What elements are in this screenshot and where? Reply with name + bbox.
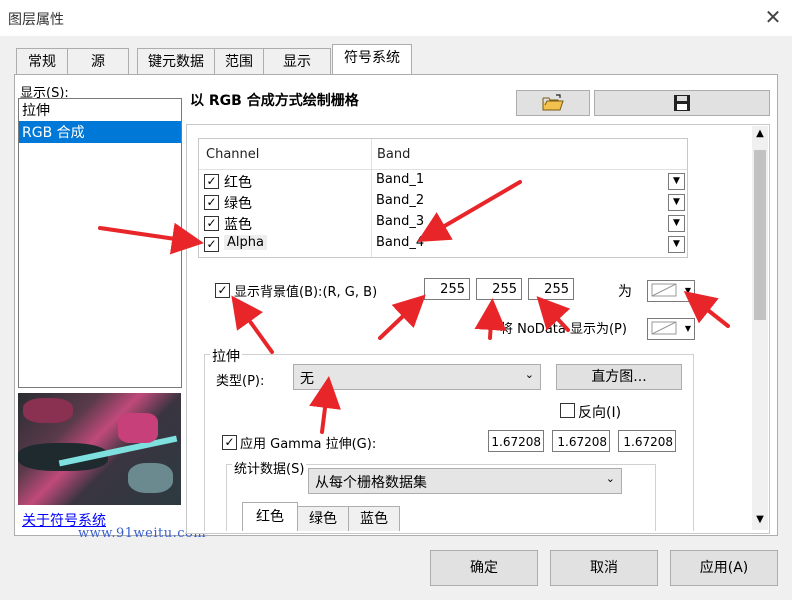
renderer-list[interactable]: 拉伸 RGB 合成 [18, 98, 182, 388]
cancel-button[interactable]: 取消 [550, 550, 658, 586]
background-color-picker[interactable]: ▼ [647, 280, 695, 302]
chevron-down-icon[interactable]: ▼ [682, 319, 694, 339]
gamma-checkbox[interactable]: ✓ [222, 435, 237, 450]
apply-button[interactable]: 应用(A) [670, 550, 778, 586]
band-value[interactable]: Band_2 [376, 193, 424, 208]
chevron-down-icon[interactable]: ⌄ [525, 368, 534, 381]
band-value[interactable]: Band_4 [376, 235, 424, 250]
preview-image [18, 393, 181, 505]
scroll-up-icon[interactable]: ▲ [752, 128, 768, 140]
tab-key-metadata[interactable]: 键元数据 [137, 48, 215, 75]
stats-tab-blue[interactable]: 蓝色 [348, 506, 400, 531]
vertical-scrollbar[interactable]: ▲ ▼ [752, 126, 768, 530]
background-r-input[interactable]: 255 [424, 278, 470, 300]
nodata-color-picker[interactable]: ▼ [647, 318, 695, 340]
stats-tab-green[interactable]: 绿色 [297, 506, 349, 531]
background-label: 显示背景值(B):(R, G, B) [234, 285, 378, 300]
tab-extent[interactable]: 范围 [214, 48, 264, 75]
background-g-input[interactable]: 255 [476, 278, 522, 300]
gamma-label: 应用 Gamma 拉伸(G): [240, 437, 377, 452]
scroll-down-icon[interactable]: ▼ [752, 514, 768, 526]
title-bar: 图层属性 ✕ [0, 0, 792, 36]
table-row: ✓ 绿色 Band_2 ▼ [204, 193, 685, 213]
stretch-group-label: 拉伸 [210, 346, 242, 366]
statistics-select[interactable]: 从每个栅格数据集 ⌄ [308, 468, 622, 494]
renderer-item-stretch[interactable]: 拉伸 [19, 99, 181, 121]
tab-source[interactable]: 源 [67, 48, 129, 75]
table-row: ✓ 红色 Band_1 ▼ [204, 172, 685, 192]
tab-general[interactable]: 常规 [16, 48, 68, 75]
folder-open-icon [542, 94, 564, 111]
no-color-icon [651, 283, 677, 297]
band-value[interactable]: Band_3 [376, 214, 424, 229]
invert-label: 反向(I) [578, 405, 622, 421]
histogram-button[interactable]: 直方图... [556, 364, 682, 390]
header-rule [199, 169, 687, 170]
chevron-down-icon[interactable]: ⌄ [606, 472, 615, 485]
chevron-down-icon[interactable]: ▼ [668, 194, 685, 211]
window-title: 图层属性 [8, 12, 64, 28]
stats-tab-red[interactable]: 红色 [242, 502, 298, 531]
channel-name: 绿色 [224, 196, 252, 212]
tab-symbology[interactable]: 符号系统 [332, 44, 412, 75]
tab-display[interactable]: 显示 [263, 48, 331, 75]
stretch-type-select[interactable]: 无 ⌄ [293, 364, 541, 390]
background-checkbox[interactable]: ✓ [215, 283, 230, 298]
floppy-disk-icon [674, 95, 690, 111]
stretch-type-label: 类型(P): [216, 374, 265, 389]
gamma-g-input[interactable]: 1.67208 [552, 430, 610, 452]
ok-button[interactable]: 确定 [430, 550, 538, 586]
invert-checkbox[interactable] [560, 403, 575, 418]
channel-checkbox[interactable]: ✓ [204, 216, 219, 231]
table-row: ✓ 蓝色 Band_3 ▼ [204, 214, 685, 234]
col-header-band: Band [377, 147, 411, 162]
stretch-type-value: 无 [300, 371, 314, 387]
chevron-down-icon[interactable]: ▼ [668, 236, 685, 253]
channel-checkbox[interactable]: ✓ [204, 174, 219, 189]
gamma-r-input[interactable]: 1.67208 [488, 430, 544, 452]
close-icon[interactable]: ✕ [760, 4, 786, 30]
renderer-title: 以 RGB 合成方式绘制栅格 [190, 93, 359, 109]
scroll-thumb[interactable] [754, 150, 766, 320]
channel-checkbox[interactable]: ✓ [204, 237, 219, 252]
band-value[interactable]: Band_1 [376, 172, 424, 187]
as-label: 为 [618, 284, 632, 300]
open-button[interactable] [516, 90, 590, 116]
table-row: ✓ Alpha Band_4 ▼ [204, 235, 685, 255]
chevron-down-icon[interactable]: ▼ [668, 173, 685, 190]
statistics-value: 从每个栅格数据集 [315, 475, 427, 491]
channel-checkbox[interactable]: ✓ [204, 195, 219, 210]
channel-name: Alpha [224, 235, 267, 250]
no-color-icon [651, 321, 677, 335]
gamma-b-input[interactable]: 1.67208 [618, 430, 676, 452]
channel-name: 红色 [224, 175, 252, 191]
background-b-input[interactable]: 255 [528, 278, 574, 300]
save-button[interactable] [594, 90, 770, 116]
nodata-label: 将 NoData 显示为(P) [500, 322, 627, 337]
renderer-item-rgb[interactable]: RGB 合成 [19, 121, 181, 143]
chevron-down-icon[interactable]: ▼ [682, 281, 694, 301]
statistics-label: 统计数据(S) [232, 458, 307, 477]
col-header-channel: Channel [206, 147, 260, 162]
chevron-down-icon[interactable]: ▼ [668, 215, 685, 232]
channel-name: 蓝色 [224, 217, 252, 233]
